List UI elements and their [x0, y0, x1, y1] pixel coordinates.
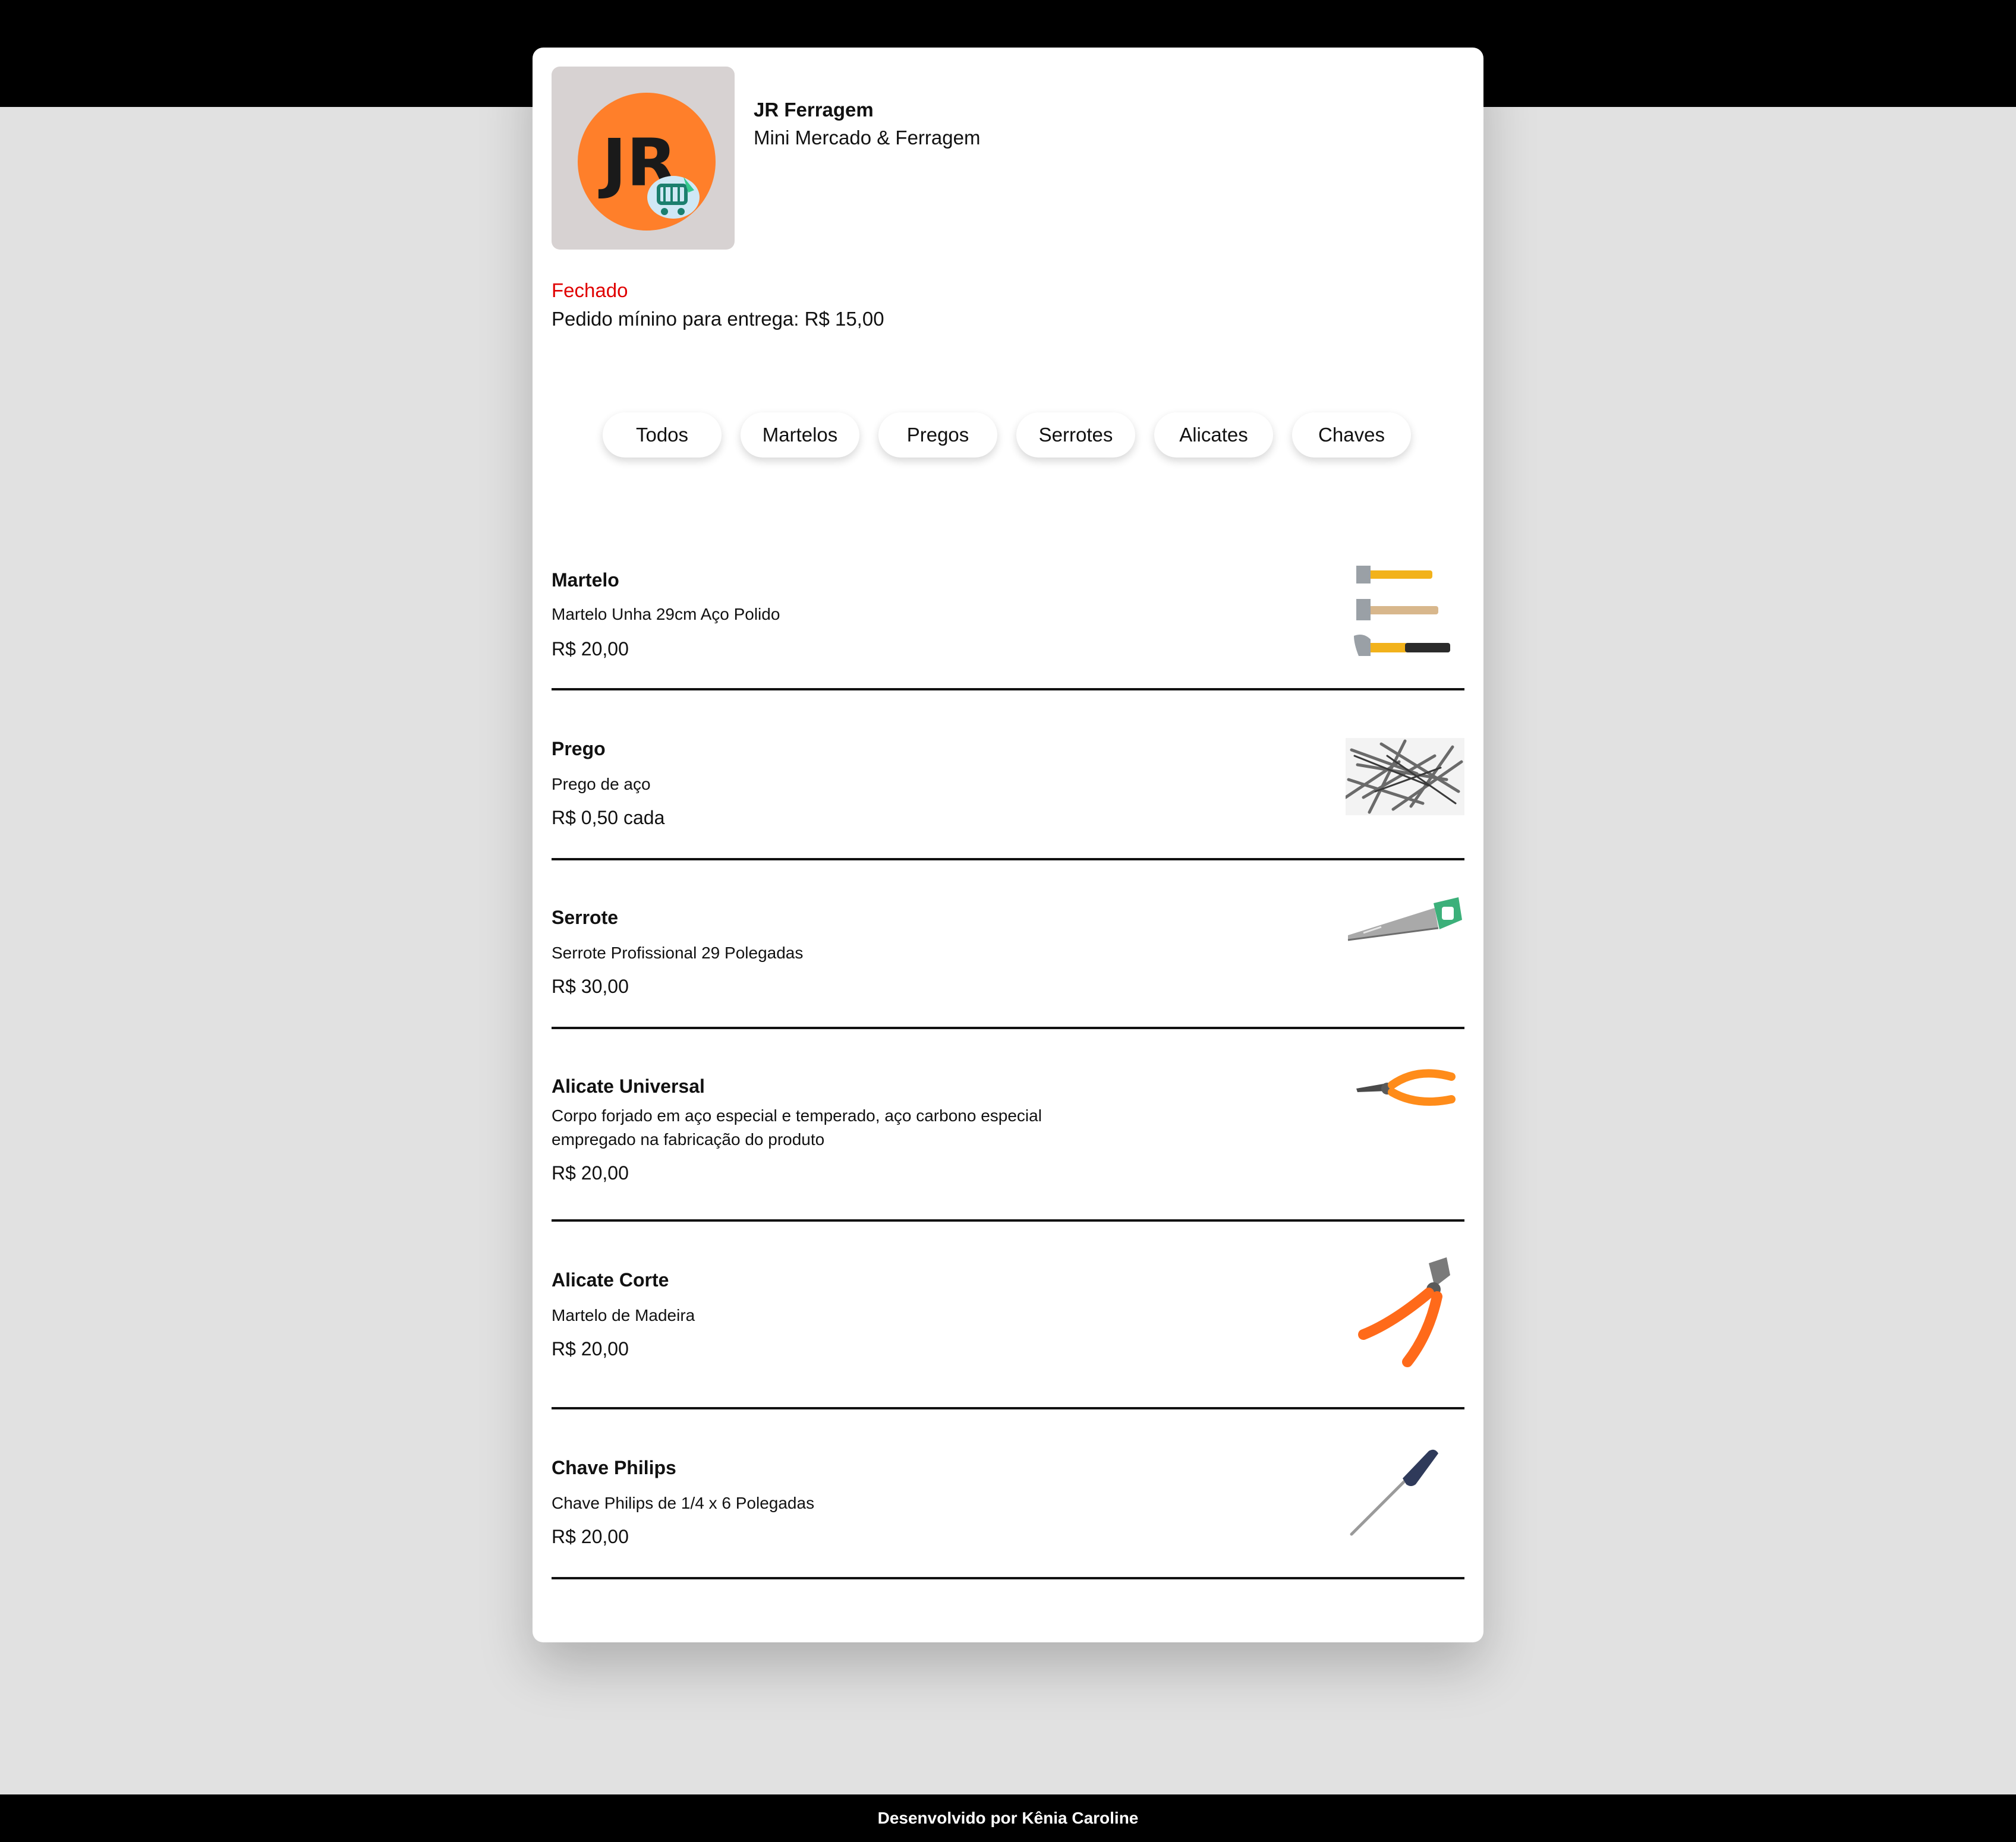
product-chave-philips[interactable]: Chave Philips Chave Philips de 1/4 x 6 P…: [552, 1409, 1464, 1579]
product-description: Corpo forjado em aço especial e temperad…: [552, 1106, 1042, 1149]
filter-martelos[interactable]: Martelos: [741, 412, 859, 458]
product-price: R$ 20,00: [552, 1526, 629, 1547]
product-description: Martelo de Madeira: [552, 1306, 695, 1324]
product-title: Martelo: [552, 569, 619, 591]
product-alicate-universal[interactable]: Alicate Universal Corpo forjado em aço e…: [552, 1029, 1464, 1222]
product-description: Prego de aço: [552, 775, 651, 793]
filter-alicates[interactable]: Alicates: [1154, 412, 1273, 458]
store-subtitle: Mini Mercado & Ferragem: [754, 127, 981, 149]
product-price: R$ 20,00: [552, 638, 629, 660]
handsaw-image: [1347, 897, 1462, 941]
product-description: Chave Philips de 1/4 x 6 Polegadas: [552, 1494, 815, 1512]
cutting-pliers-image: [1358, 1257, 1450, 1367]
pliers-image: [1356, 1069, 1456, 1106]
filter-serrotes[interactable]: Serrotes: [1016, 412, 1135, 458]
product-alicate-corte[interactable]: Alicate Corte Martelo de Madeira R$ 20,0…: [552, 1222, 1464, 1409]
product-price: R$ 20,00: [552, 1162, 629, 1184]
footer-credit: Desenvolvido por Kênia Caroline: [0, 1794, 2016, 1842]
screwdriver-image: [1350, 1449, 1438, 1536]
store-card: JR JR Ferragem Mini Mercado & Ferragem F…: [533, 48, 1483, 1642]
store-logo: JR: [552, 67, 735, 250]
product-title: Alicate Universal: [552, 1075, 705, 1097]
product-price: R$ 20,00: [552, 1338, 629, 1360]
hammers-image: [1354, 566, 1450, 656]
category-filters: Todos Martelos Pregos Serrotes Alicates …: [603, 412, 1413, 463]
product-title: Chave Philips: [552, 1457, 676, 1478]
nails-image: [1346, 738, 1464, 815]
filter-todos[interactable]: Todos: [603, 412, 722, 458]
product-title: Serrote: [552, 907, 619, 928]
product-price: R$ 30,00: [552, 976, 629, 997]
product-title: Prego: [552, 738, 606, 759]
product-description: Martelo Unha 29cm Aço Polido: [552, 605, 780, 623]
product-prego[interactable]: Prego Prego de aço R$ 0,50 cada: [552, 690, 1464, 860]
product-serrote[interactable]: Serrote Serrote Profissional 29 Polegada…: [552, 860, 1464, 1029]
store-name: JR Ferragem: [754, 99, 874, 121]
product-martelo[interactable]: Martelo Martelo Unha 29cm Aço Polido R$ …: [552, 548, 1464, 690]
store-status: Fechado: [552, 279, 628, 301]
store-logo-icon: JR: [578, 93, 716, 231]
filter-pregos[interactable]: Pregos: [878, 412, 997, 458]
product-description: Serrote Profissional 29 Polegadas: [552, 944, 804, 962]
product-title: Alicate Corte: [552, 1269, 669, 1291]
product-price: R$ 0,50 cada: [552, 807, 665, 828]
min-order-info: Pedido mínino para entrega: R$ 15,00: [552, 308, 884, 330]
filter-chaves[interactable]: Chaves: [1292, 412, 1411, 458]
